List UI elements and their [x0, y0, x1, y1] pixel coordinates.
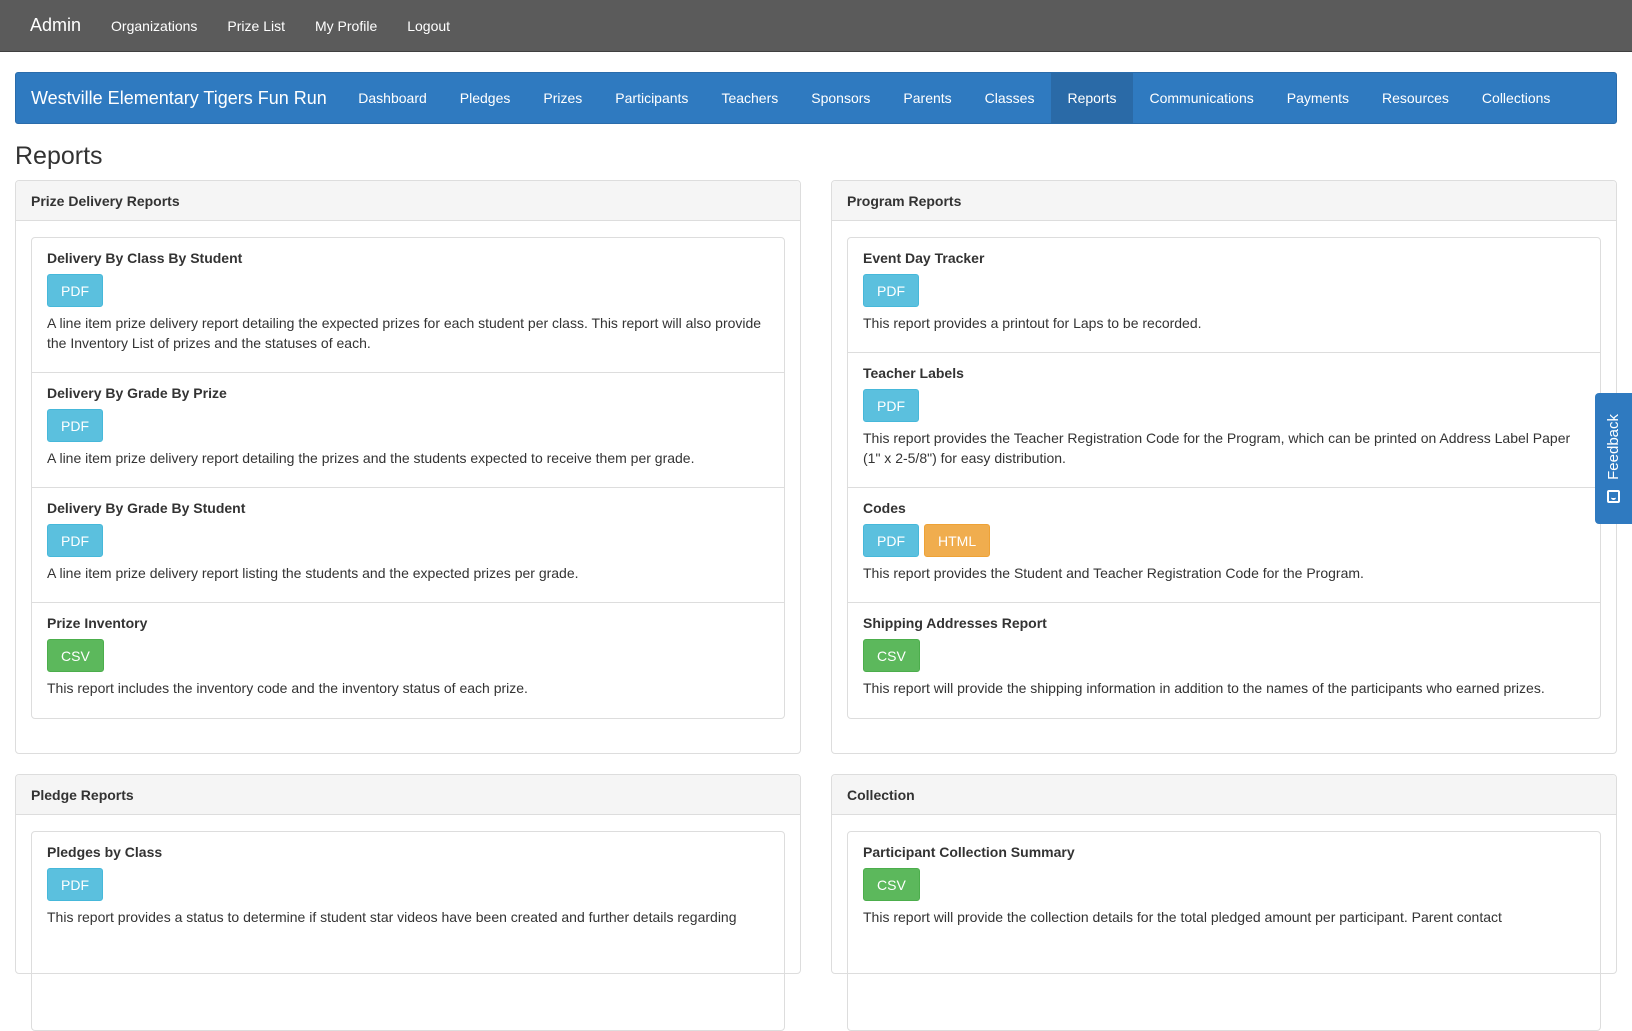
pdf-button[interactable]: PDF — [863, 274, 919, 307]
report-item: Event Day Tracker PDF This report provid… — [848, 238, 1600, 353]
pdf-button[interactable]: PDF — [47, 868, 103, 901]
nav-my-profile[interactable]: My Profile — [315, 18, 377, 34]
report-title: Delivery By Grade By Student — [47, 500, 246, 516]
program-reports-panel: Program Reports Event Day Tracker PDF Th… — [831, 180, 1617, 754]
panel-heading: Collection — [832, 775, 1616, 815]
nav-prize-list[interactable]: Prize List — [227, 18, 285, 34]
report-title: Participant Collection Summary — [863, 844, 1075, 860]
tab-teachers[interactable]: Teachers — [705, 73, 795, 123]
report-title: Delivery By Class By Student — [47, 250, 243, 266]
program-navbar: Westville Elementary Tigers Fun Run Dash… — [15, 72, 1617, 124]
report-item: Pledges by Class PDF This report provide… — [32, 832, 784, 967]
csv-button[interactable]: CSV — [863, 639, 920, 672]
report-item: Delivery By Grade By Prize PDF A line it… — [32, 373, 784, 488]
report-title: Prize Inventory — [47, 615, 148, 631]
tab-payments[interactable]: Payments — [1270, 73, 1365, 123]
admin-navbar: Admin Organizations Prize List My Profil… — [0, 0, 1632, 52]
pledge-reports-panel: Pledge Reports Pledges by Class PDF This… — [15, 774, 801, 1031]
smile-icon — [1607, 489, 1620, 503]
page-title: Reports — [15, 142, 103, 170]
report-title: Teacher Labels — [863, 365, 964, 381]
nav-organizations[interactable]: Organizations — [111, 18, 197, 34]
collection-panel: Collection Participant Collection Summar… — [831, 774, 1617, 1031]
program-title[interactable]: Westville Elementary Tigers Fun Run — [16, 73, 342, 123]
admin-brand[interactable]: Admin — [30, 15, 81, 36]
tab-dashboard[interactable]: Dashboard — [342, 73, 444, 123]
report-description: This report will provide the collection … — [863, 909, 1502, 925]
report-item: Participant Collection Summary CSV This … — [848, 832, 1600, 967]
csv-button[interactable]: CSV — [47, 639, 104, 672]
report-description: A line item prize delivery report detail… — [47, 450, 695, 466]
pdf-button[interactable]: PDF — [863, 389, 919, 422]
tab-pledges[interactable]: Pledges — [443, 73, 527, 123]
report-description: This report provides the Student and Tea… — [863, 565, 1364, 581]
tab-prizes[interactable]: Prizes — [527, 73, 599, 123]
tab-communications[interactable]: Communications — [1133, 73, 1270, 123]
tab-collections[interactable]: Collections — [1465, 73, 1566, 123]
tab-classes[interactable]: Classes — [968, 73, 1051, 123]
tab-resources[interactable]: Resources — [1366, 73, 1466, 123]
tab-reports[interactable]: Reports — [1050, 73, 1133, 123]
panel-heading: Prize Delivery Reports — [16, 181, 800, 221]
report-description: This report includes the inventory code … — [47, 680, 528, 696]
tab-sponsors[interactable]: Sponsors — [795, 73, 887, 123]
tab-participants[interactable]: Participants — [599, 73, 705, 123]
report-item: Delivery By Grade By Student PDF A line … — [32, 488, 784, 603]
csv-button[interactable]: CSV — [863, 868, 920, 901]
report-description: This report provides the Teacher Registr… — [863, 430, 1571, 466]
feedback-tab[interactable]: Feedback — [1595, 393, 1632, 524]
report-item: Teacher Labels PDF This report provides … — [848, 353, 1600, 488]
panel-heading: Pledge Reports — [16, 775, 800, 815]
report-item: Prize Inventory CSV This report includes… — [32, 603, 784, 718]
feedback-label: Feedback — [1605, 414, 1622, 480]
report-list: Event Day Tracker PDF This report provid… — [847, 237, 1601, 719]
report-title: Event Day Tracker — [863, 250, 985, 266]
report-description: This report provides a status to determi… — [47, 909, 737, 925]
tab-parents[interactable]: Parents — [887, 73, 968, 123]
pdf-button[interactable]: PDF — [863, 524, 919, 557]
report-description: This report provides a printout for Laps… — [863, 315, 1202, 331]
report-title: Delivery By Grade By Prize — [47, 385, 227, 401]
html-button[interactable]: HTML — [924, 524, 991, 557]
nav-logout[interactable]: Logout — [407, 18, 450, 34]
report-list: Pledges by Class PDF This report provide… — [31, 831, 785, 1031]
report-item: Shipping Addresses Report CSV This repor… — [848, 603, 1600, 718]
pdf-button[interactable]: PDF — [47, 409, 103, 442]
panel-heading: Program Reports — [832, 181, 1616, 221]
report-title: Codes — [863, 500, 906, 516]
report-list: Delivery By Class By Student PDF A line … — [31, 237, 785, 719]
report-title: Pledges by Class — [47, 844, 163, 860]
report-title: Shipping Addresses Report — [863, 615, 1047, 631]
report-description: A line item prize delivery report detail… — [47, 315, 762, 351]
report-item: Delivery By Class By Student PDF A line … — [32, 238, 784, 373]
pdf-button[interactable]: PDF — [47, 274, 103, 307]
prize-delivery-panel: Prize Delivery Reports Delivery By Class… — [15, 180, 801, 754]
pdf-button[interactable]: PDF — [47, 524, 103, 557]
report-list: Participant Collection Summary CSV This … — [847, 831, 1601, 1031]
report-item: Codes PDF HTML This report provides the … — [848, 488, 1600, 603]
report-description: A line item prize delivery report listin… — [47, 565, 579, 581]
report-description: This report will provide the shipping in… — [863, 680, 1545, 696]
